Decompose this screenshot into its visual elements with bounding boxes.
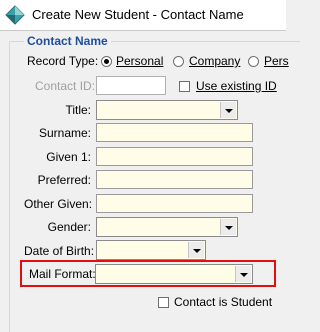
radio-personal-other[interactable] xyxy=(248,56,259,67)
other-given-field[interactable] xyxy=(96,194,253,213)
contact-id-field[interactable] xyxy=(96,76,166,95)
surname-label: Surname: xyxy=(38,126,91,140)
contact-is-student-label[interactable]: Contact is Student xyxy=(174,295,272,309)
radio-company[interactable] xyxy=(173,56,184,67)
mail-format-dropdown[interactable] xyxy=(95,264,253,284)
radio-company-label[interactable]: Company xyxy=(189,54,240,68)
gender-label: Gender: xyxy=(47,220,91,234)
chevron-down-icon[interactable] xyxy=(220,102,236,118)
radio-personal[interactable] xyxy=(101,56,112,67)
app-diamond-icon xyxy=(5,5,25,25)
preferred-label: Preferred: xyxy=(37,173,91,187)
surname-field[interactable] xyxy=(96,123,253,142)
chevron-down-icon[interactable] xyxy=(188,242,204,258)
mail-format-label: Mail Format: xyxy=(29,267,96,281)
preferred-field[interactable] xyxy=(96,170,253,189)
title-label: Title: xyxy=(65,103,91,117)
radio-personal-other-label[interactable]: Pers xyxy=(264,54,289,68)
record-type-label: Record Type: xyxy=(27,54,99,68)
contact-id-label: Contact ID: xyxy=(35,79,96,93)
chevron-down-icon[interactable] xyxy=(220,219,236,235)
dob-label: Date of Birth: xyxy=(24,244,95,258)
chevron-down-icon[interactable] xyxy=(235,266,251,282)
use-existing-id-label[interactable]: Use existing ID xyxy=(196,79,277,93)
title-bar: Create New Student - Contact Name xyxy=(0,0,286,31)
group-caption: Contact Name xyxy=(24,34,111,48)
radio-personal-label[interactable]: Personal xyxy=(116,54,163,68)
use-existing-id-checkbox[interactable] xyxy=(179,81,190,92)
other-given-label: Other Given: xyxy=(24,197,93,211)
contact-is-student-checkbox[interactable] xyxy=(158,297,169,308)
dob-picker[interactable] xyxy=(96,240,206,260)
given1-field[interactable] xyxy=(96,147,253,166)
title-dropdown[interactable] xyxy=(96,100,238,120)
window-title: Create New Student - Contact Name xyxy=(32,7,244,22)
given1-label: Given 1: xyxy=(46,150,91,164)
gender-dropdown[interactable] xyxy=(96,217,238,237)
